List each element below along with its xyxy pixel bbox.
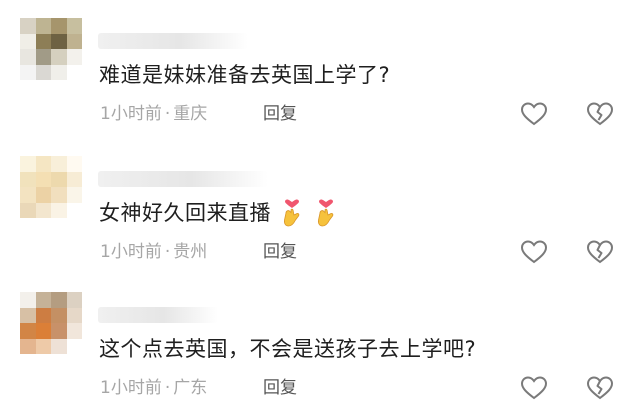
comment-item: 难道是妹妹准备去英国上学了? 1小时前 · 重庆 回复 (0, 3, 640, 141)
dislike-button[interactable] (586, 375, 614, 401)
avatar-mosaic-cell (51, 33, 67, 49)
avatar-mosaic-cell (51, 323, 67, 339)
heart-outline-icon (520, 376, 548, 400)
avatar-mosaic-cell (20, 338, 36, 354)
comment-meta: 1小时前 · 贵州 (100, 239, 207, 265)
nickname-blurred[interactable] (98, 171, 268, 187)
avatar-mosaic-cell (51, 156, 67, 172)
like-button[interactable] (520, 239, 548, 265)
comment-text: 这个点去英国，不会是送孩子去上学吧? (99, 337, 477, 361)
avatar-mosaic-cell (35, 33, 51, 49)
avatar-mosaic-cell (35, 202, 51, 218)
avatar[interactable] (20, 292, 82, 354)
avatar-mosaic-cell (20, 171, 36, 187)
avatar-mosaic-cell (35, 323, 51, 339)
avatar-mosaic-cell (35, 49, 51, 65)
avatar-mosaic-cell (35, 307, 51, 323)
avatar-mosaic-cell (51, 18, 67, 34)
comment-item: 女神好久回来直播 1小时前 · 贵州 回复 (0, 141, 640, 279)
broken-heart-icon (586, 240, 614, 264)
avatar-mosaic-cell (20, 202, 36, 218)
avatar-mosaic-cell (51, 292, 67, 308)
avatar-mosaic-cell (66, 338, 82, 354)
like-button[interactable] (520, 375, 548, 401)
comment-item: 这个点去英国，不会是送孩子去上学吧? 1小时前 · 广东 回复 (0, 277, 640, 415)
dislike-button[interactable] (586, 239, 614, 265)
avatar-mosaic-cell (51, 202, 67, 218)
avatar-mosaic-cell (35, 171, 51, 187)
heart-outline-icon (520, 102, 548, 126)
avatar-mosaic-cell (66, 49, 82, 65)
comment-time: 1小时前 (100, 104, 162, 124)
avatar-mosaic-cell (35, 338, 51, 354)
comment-location: 广东 (173, 378, 208, 398)
avatar[interactable] (20, 156, 82, 218)
avatar-mosaic-cell (51, 338, 67, 354)
avatar-mosaic-cell (20, 307, 36, 323)
heart-outline-icon (520, 240, 548, 264)
avatar-mosaic-cell (66, 323, 82, 339)
avatar-mosaic-cell (35, 18, 51, 34)
avatar-mosaic-cell (66, 18, 82, 34)
avatar-mosaic-cell (20, 18, 36, 34)
dislike-button[interactable] (586, 101, 614, 127)
avatar-mosaic-cell (20, 292, 36, 308)
avatar-mosaic-cell (51, 64, 67, 80)
nickname-blurred[interactable] (98, 307, 218, 323)
avatar-mosaic-cell (35, 292, 51, 308)
heart-hands-emoji-icon (284, 199, 300, 227)
meta-separator: · (164, 242, 171, 262)
reply-button[interactable]: 回复 (263, 239, 297, 265)
avatar-mosaic-cell (35, 64, 51, 80)
avatar-mosaic-cell (20, 33, 36, 49)
comment-meta: 1小时前 · 广东 (100, 375, 207, 401)
avatar-mosaic-cell (66, 64, 82, 80)
avatar-mosaic-cell (20, 323, 36, 339)
avatar[interactable] (20, 18, 82, 80)
broken-heart-icon (586, 376, 614, 400)
avatar-mosaic-cell (20, 64, 36, 80)
comment-location: 贵州 (173, 242, 208, 262)
reply-button[interactable]: 回复 (263, 375, 297, 401)
avatar-mosaic-cell (66, 187, 82, 203)
avatar-mosaic-cell (51, 49, 67, 65)
meta-separator: · (164, 104, 171, 124)
comment-location: 重庆 (173, 104, 208, 124)
avatar-mosaic-cell (51, 171, 67, 187)
avatar-mosaic-cell (66, 156, 82, 172)
broken-heart-icon (586, 102, 614, 126)
avatar-mosaic-cell (51, 187, 67, 203)
comment-text: 女神好久回来直播 (99, 197, 339, 229)
comment-time: 1小时前 (100, 378, 162, 398)
meta-separator: · (164, 378, 171, 398)
avatar-mosaic-cell (66, 202, 82, 218)
avatar-mosaic-cell (35, 187, 51, 203)
avatar-mosaic-cell (66, 171, 82, 187)
avatar-mosaic-cell (20, 187, 36, 203)
avatar-mosaic-cell (66, 33, 82, 49)
reply-button[interactable]: 回复 (263, 101, 297, 127)
heart-hands-emoji-icon (318, 199, 334, 227)
comment-text: 难道是妹妹准备去英国上学了? (99, 63, 391, 87)
avatar-mosaic-cell (35, 156, 51, 172)
comment-meta: 1小时前 · 重庆 (100, 101, 207, 127)
comment-time: 1小时前 (100, 242, 162, 262)
avatar-mosaic-cell (20, 156, 36, 172)
like-button[interactable] (520, 101, 548, 127)
avatar-mosaic-cell (66, 292, 82, 308)
avatar-mosaic-cell (20, 49, 36, 65)
nickname-blurred[interactable] (98, 33, 248, 49)
comment-list: 难道是妹妹准备去英国上学了? 1小时前 · 重庆 回复 女神好久回来直播 1小时… (0, 0, 640, 415)
avatar-mosaic-cell (66, 307, 82, 323)
avatar-mosaic-cell (51, 307, 67, 323)
